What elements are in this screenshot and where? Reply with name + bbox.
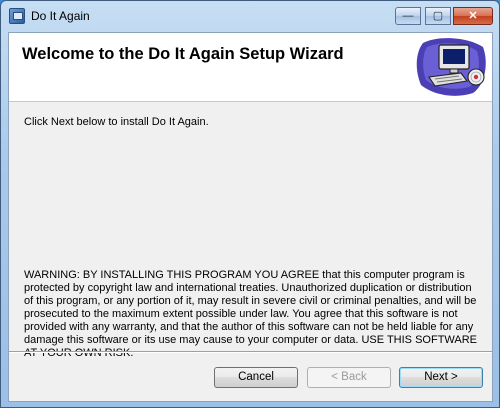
window-title: Do It Again — [31, 9, 90, 23]
next-button[interactable]: Next > — [399, 367, 483, 388]
wizard-header: Welcome to the Do It Again Setup Wizard — [9, 33, 492, 102]
install-instructions: Click Next below to install Do It Again. — [24, 116, 209, 128]
minimize-button[interactable]: — — [395, 7, 421, 25]
computer-setup-icon — [416, 38, 486, 96]
copyright-warning: WARNING: BY INSTALLING THIS PROGRAM YOU … — [24, 269, 478, 359]
maximize-button[interactable]: ▢ — [425, 7, 451, 25]
title-bar[interactable]: Do It Again — ▢ ✕ — [1, 1, 499, 31]
back-button[interactable]: < Back — [307, 367, 391, 388]
installer-app-icon — [9, 8, 25, 24]
wizard-body: Click Next below to install Do It Again.… — [9, 102, 492, 359]
cancel-button[interactable]: Cancel — [214, 367, 298, 388]
close-button[interactable]: ✕ — [453, 7, 493, 25]
wizard-panel: Welcome to the Do It Again Setup Wizard … — [8, 32, 493, 402]
footer-divider — [9, 351, 492, 353]
setup-window: Do It Again — ▢ ✕ Welcome to the Do It A… — [0, 0, 500, 408]
wizard-title: Welcome to the Do It Again Setup Wizard — [22, 45, 344, 63]
